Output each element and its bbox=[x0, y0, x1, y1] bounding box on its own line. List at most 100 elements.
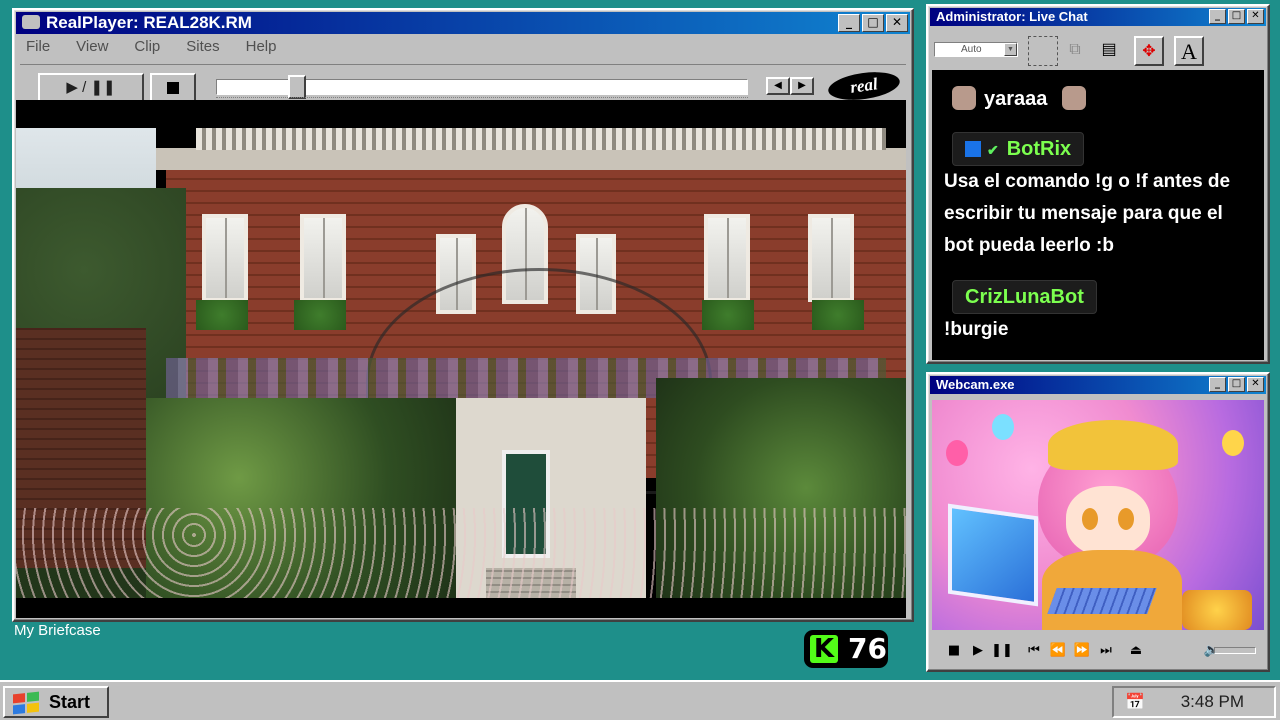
video-frame bbox=[16, 128, 906, 598]
volume-slider[interactable] bbox=[1214, 647, 1256, 654]
webcam-titlebar[interactable]: Webcam.exe _ □ ✕ bbox=[930, 376, 1266, 394]
menu-help[interactable]: Help bbox=[246, 38, 277, 55]
menu-sites[interactable]: Sites bbox=[186, 38, 219, 55]
fast-forward-icon[interactable]: ⏩ bbox=[1070, 643, 1094, 658]
rewind-icon[interactable]: ⏪ bbox=[1046, 643, 1070, 658]
close-button[interactable]: ✕ bbox=[1247, 9, 1264, 24]
kick-logo-icon: K bbox=[810, 635, 838, 663]
stop-icon bbox=[167, 82, 179, 94]
video-display[interactable] bbox=[16, 100, 906, 618]
system-tray: 📅 3:48 PM bbox=[1112, 686, 1276, 718]
chat-username: CrizLunaBot bbox=[965, 286, 1084, 308]
play-pause-button[interactable]: ▶ / ❚❚ bbox=[38, 73, 144, 103]
chat-username-pill: CrizLunaBot bbox=[952, 280, 1097, 314]
chevron-down-icon[interactable]: ▼ bbox=[1004, 43, 1017, 56]
stop-button[interactable] bbox=[150, 73, 196, 103]
viewer-count: 76 bbox=[848, 632, 887, 665]
copy-icon[interactable]: ⧉ bbox=[1060, 36, 1090, 66]
stop-icon[interactable]: ■ bbox=[942, 643, 966, 658]
webcam-feed bbox=[932, 400, 1264, 630]
maximize-button[interactable]: □ bbox=[1228, 377, 1245, 392]
seek-slider[interactable] bbox=[216, 75, 748, 99]
character-eye bbox=[1118, 508, 1134, 530]
chat-username-pill: ✔ BotRix bbox=[952, 132, 1085, 166]
house-window bbox=[300, 214, 346, 302]
chat-username: yaraaa bbox=[984, 88, 1048, 110]
clock[interactable]: 3:48 PM bbox=[1181, 688, 1244, 716]
character-hat bbox=[1048, 420, 1178, 470]
maximize-button[interactable]: □ bbox=[1228, 9, 1245, 24]
real-logo: real bbox=[826, 68, 902, 104]
skip-forward-icon[interactable]: ⏭ bbox=[1094, 643, 1118, 658]
start-label: Start bbox=[49, 692, 91, 712]
balloon bbox=[946, 440, 968, 466]
taskbar: Start 📅 3:48 PM bbox=[0, 680, 1280, 720]
minimize-button[interactable]: _ bbox=[1209, 9, 1226, 24]
chat-toolbar: Auto ▼ ⧉ ▤ ✥ A bbox=[930, 32, 1266, 70]
window-planter bbox=[812, 300, 864, 330]
character-eye bbox=[1082, 508, 1098, 530]
verified-icon: ✔ bbox=[987, 142, 999, 158]
skip-back-icon[interactable]: ⏮ bbox=[1022, 643, 1046, 658]
balloon bbox=[992, 414, 1014, 440]
menu-view[interactable]: View bbox=[76, 38, 108, 55]
next-clip-button[interactable]: ▶ bbox=[790, 77, 814, 95]
minimize-button[interactable]: _ bbox=[1209, 377, 1226, 392]
window-planter bbox=[702, 300, 754, 330]
chat-titlebar[interactable]: Administrator: Live Chat _ □ ✕ bbox=[930, 8, 1266, 26]
webcam-title: Webcam.exe bbox=[936, 377, 1015, 392]
windows-logo-icon bbox=[13, 691, 39, 715]
realplayer-menubar: File View Clip Sites Help bbox=[26, 38, 276, 55]
font-size-select[interactable]: Auto ▼ bbox=[934, 42, 1018, 57]
pause-icon[interactable]: ❚❚ bbox=[990, 643, 1014, 658]
chat-messages: yaraaa ✔ BotRix Usa el comando !g o !f an… bbox=[932, 70, 1264, 360]
realplayer-titlebar[interactable]: RealPlayer: REAL28K.RM _ □ ✕ bbox=[16, 12, 910, 34]
house-window bbox=[202, 214, 248, 302]
chat-title: Administrator: Live Chat bbox=[936, 9, 1088, 24]
start-button[interactable]: Start bbox=[3, 686, 109, 718]
blossoms bbox=[16, 508, 906, 598]
realplayer-window: RealPlayer: REAL28K.RM _ □ ✕ File View C… bbox=[12, 8, 914, 622]
close-button[interactable]: ✕ bbox=[886, 14, 908, 32]
emote-icon bbox=[952, 86, 976, 110]
webcam-window: Webcam.exe _ □ ✕ ■ ▶ ❚❚ ⏮ ⏪ ⏩ ⏭ ⏏ 🔈 bbox=[926, 372, 1270, 672]
clip-nav: ◀ ▶ bbox=[766, 77, 814, 95]
play-icon[interactable]: ▶ bbox=[966, 643, 990, 658]
balloon bbox=[1222, 430, 1244, 456]
font-size-value: Auto bbox=[961, 44, 982, 55]
cornice bbox=[156, 148, 906, 170]
move-icon[interactable]: ✥ bbox=[1134, 36, 1164, 66]
chat-window: Administrator: Live Chat _ □ ✕ Auto ▼ ⧉ … bbox=[926, 4, 1270, 364]
select-tool-icon[interactable] bbox=[1028, 36, 1058, 66]
treat-box bbox=[1182, 590, 1252, 630]
my-briefcase-label[interactable]: My Briefcase bbox=[14, 622, 101, 639]
house-window bbox=[808, 214, 854, 302]
maximize-button[interactable]: □ bbox=[862, 14, 884, 32]
previous-clip-button[interactable]: ◀ bbox=[766, 77, 790, 95]
window-planter bbox=[196, 300, 248, 330]
house-window bbox=[704, 214, 750, 302]
window-planter bbox=[294, 300, 346, 330]
kick-viewer-badge: K 76 bbox=[804, 630, 888, 668]
chat-message-text: Usa el comando !g o !f antes de escribir… bbox=[944, 171, 1231, 256]
realplayer-app-icon bbox=[22, 15, 40, 29]
eject-icon[interactable]: ⏏ bbox=[1124, 643, 1148, 658]
menu-file[interactable]: File bbox=[26, 38, 50, 55]
seek-thumb[interactable] bbox=[288, 75, 306, 99]
chat-message-text: !burgie bbox=[944, 319, 1009, 340]
realplayer-title: RealPlayer: REAL28K.RM bbox=[46, 13, 252, 32]
close-button[interactable]: ✕ bbox=[1247, 377, 1264, 392]
chat-username: BotRix bbox=[1006, 138, 1072, 160]
balustrade bbox=[196, 128, 886, 150]
webcam-controls: ■ ▶ ❚❚ ⏮ ⏪ ⏩ ⏭ ⏏ 🔈 bbox=[932, 636, 1264, 664]
font-icon[interactable]: A bbox=[1174, 36, 1204, 66]
emote-icon bbox=[1062, 86, 1086, 110]
minimize-button[interactable]: _ bbox=[838, 14, 860, 32]
bot-badge-icon bbox=[965, 141, 981, 157]
folder-icon[interactable]: ▤ bbox=[1094, 36, 1124, 66]
menu-clip[interactable]: Clip bbox=[134, 38, 160, 55]
character-face bbox=[1066, 486, 1150, 556]
keyboard bbox=[1047, 588, 1157, 614]
scheduler-icon[interactable]: 📅 bbox=[1122, 692, 1148, 714]
computer-monitor bbox=[948, 503, 1038, 607]
